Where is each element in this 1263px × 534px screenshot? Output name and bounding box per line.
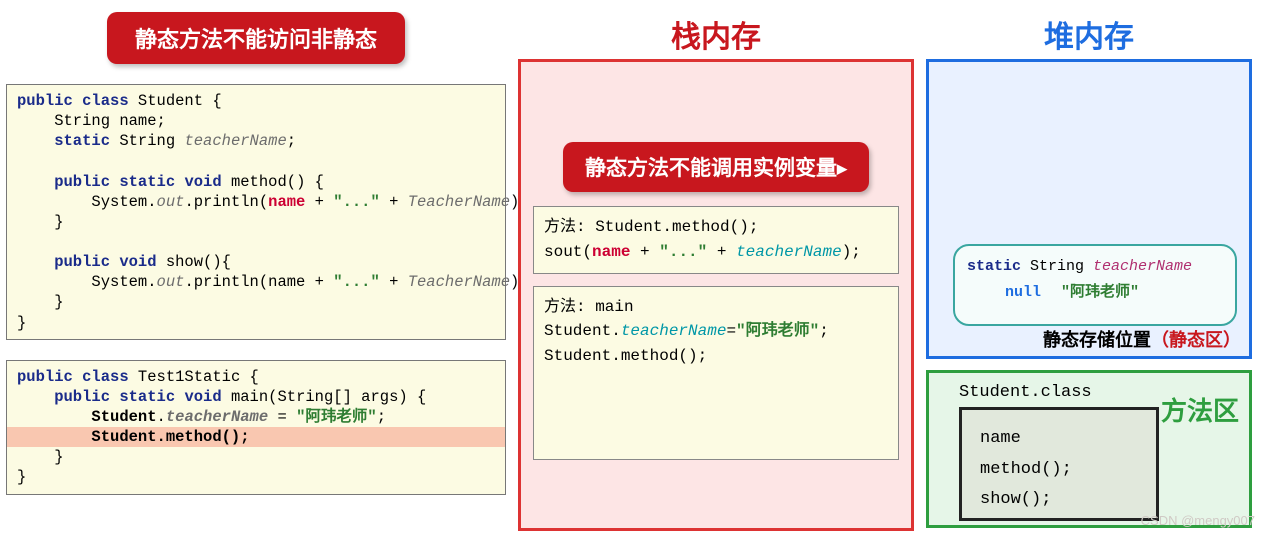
null-value: null: [1005, 284, 1041, 301]
top-badge: 静态方法不能访问非静态: [107, 12, 405, 64]
stack-frame-method: 方法: Student.method(); sout(name + "..." …: [533, 206, 899, 274]
watermark: CSDN @mengy007: [1141, 513, 1255, 528]
method-area-title: 方法区: [1161, 391, 1239, 428]
class-field-name: name: [980, 424, 1138, 455]
class-box: name method(); show();: [959, 407, 1159, 521]
stack-badge: 静态方法不能调用实例变量▶: [563, 142, 869, 192]
cursor-icon: ▶: [837, 161, 847, 176]
heap-panel: static String teacherName null"阿玮老师" 静态存…: [926, 59, 1252, 359]
left-column: 静态方法不能访问非静态 public class Student { Strin…: [6, 12, 506, 495]
code-student: public class Student { String name; stat…: [6, 84, 506, 340]
static-label: 静态存储位置（静态区）: [1043, 326, 1241, 352]
method-area-panel: 方法区 Student.class name method(); show();: [926, 370, 1252, 528]
stack-title: 栈内存: [518, 12, 914, 56]
stack-badge-wrap: 静态方法不能调用实例变量▶: [529, 142, 903, 192]
class-method: method();: [980, 455, 1138, 486]
stack-panel: 静态方法不能调用实例变量▶ 方法: Student.method(); sout…: [518, 59, 914, 531]
class-show: show();: [980, 485, 1138, 516]
class-label: Student.class: [959, 383, 1092, 402]
teacher-value: "阿玮老师": [1061, 284, 1139, 301]
code-test: public class Test1Static { public static…: [6, 360, 506, 495]
top-badge-wrap: 静态方法不能访问非静态: [6, 12, 506, 64]
static-box: static String teacherName null"阿玮老师": [953, 244, 1237, 326]
stack-frame-main: 方法: main Student.teacherName="阿玮老师"; Stu…: [533, 286, 899, 460]
heap-title: 堆内存: [926, 12, 1252, 56]
